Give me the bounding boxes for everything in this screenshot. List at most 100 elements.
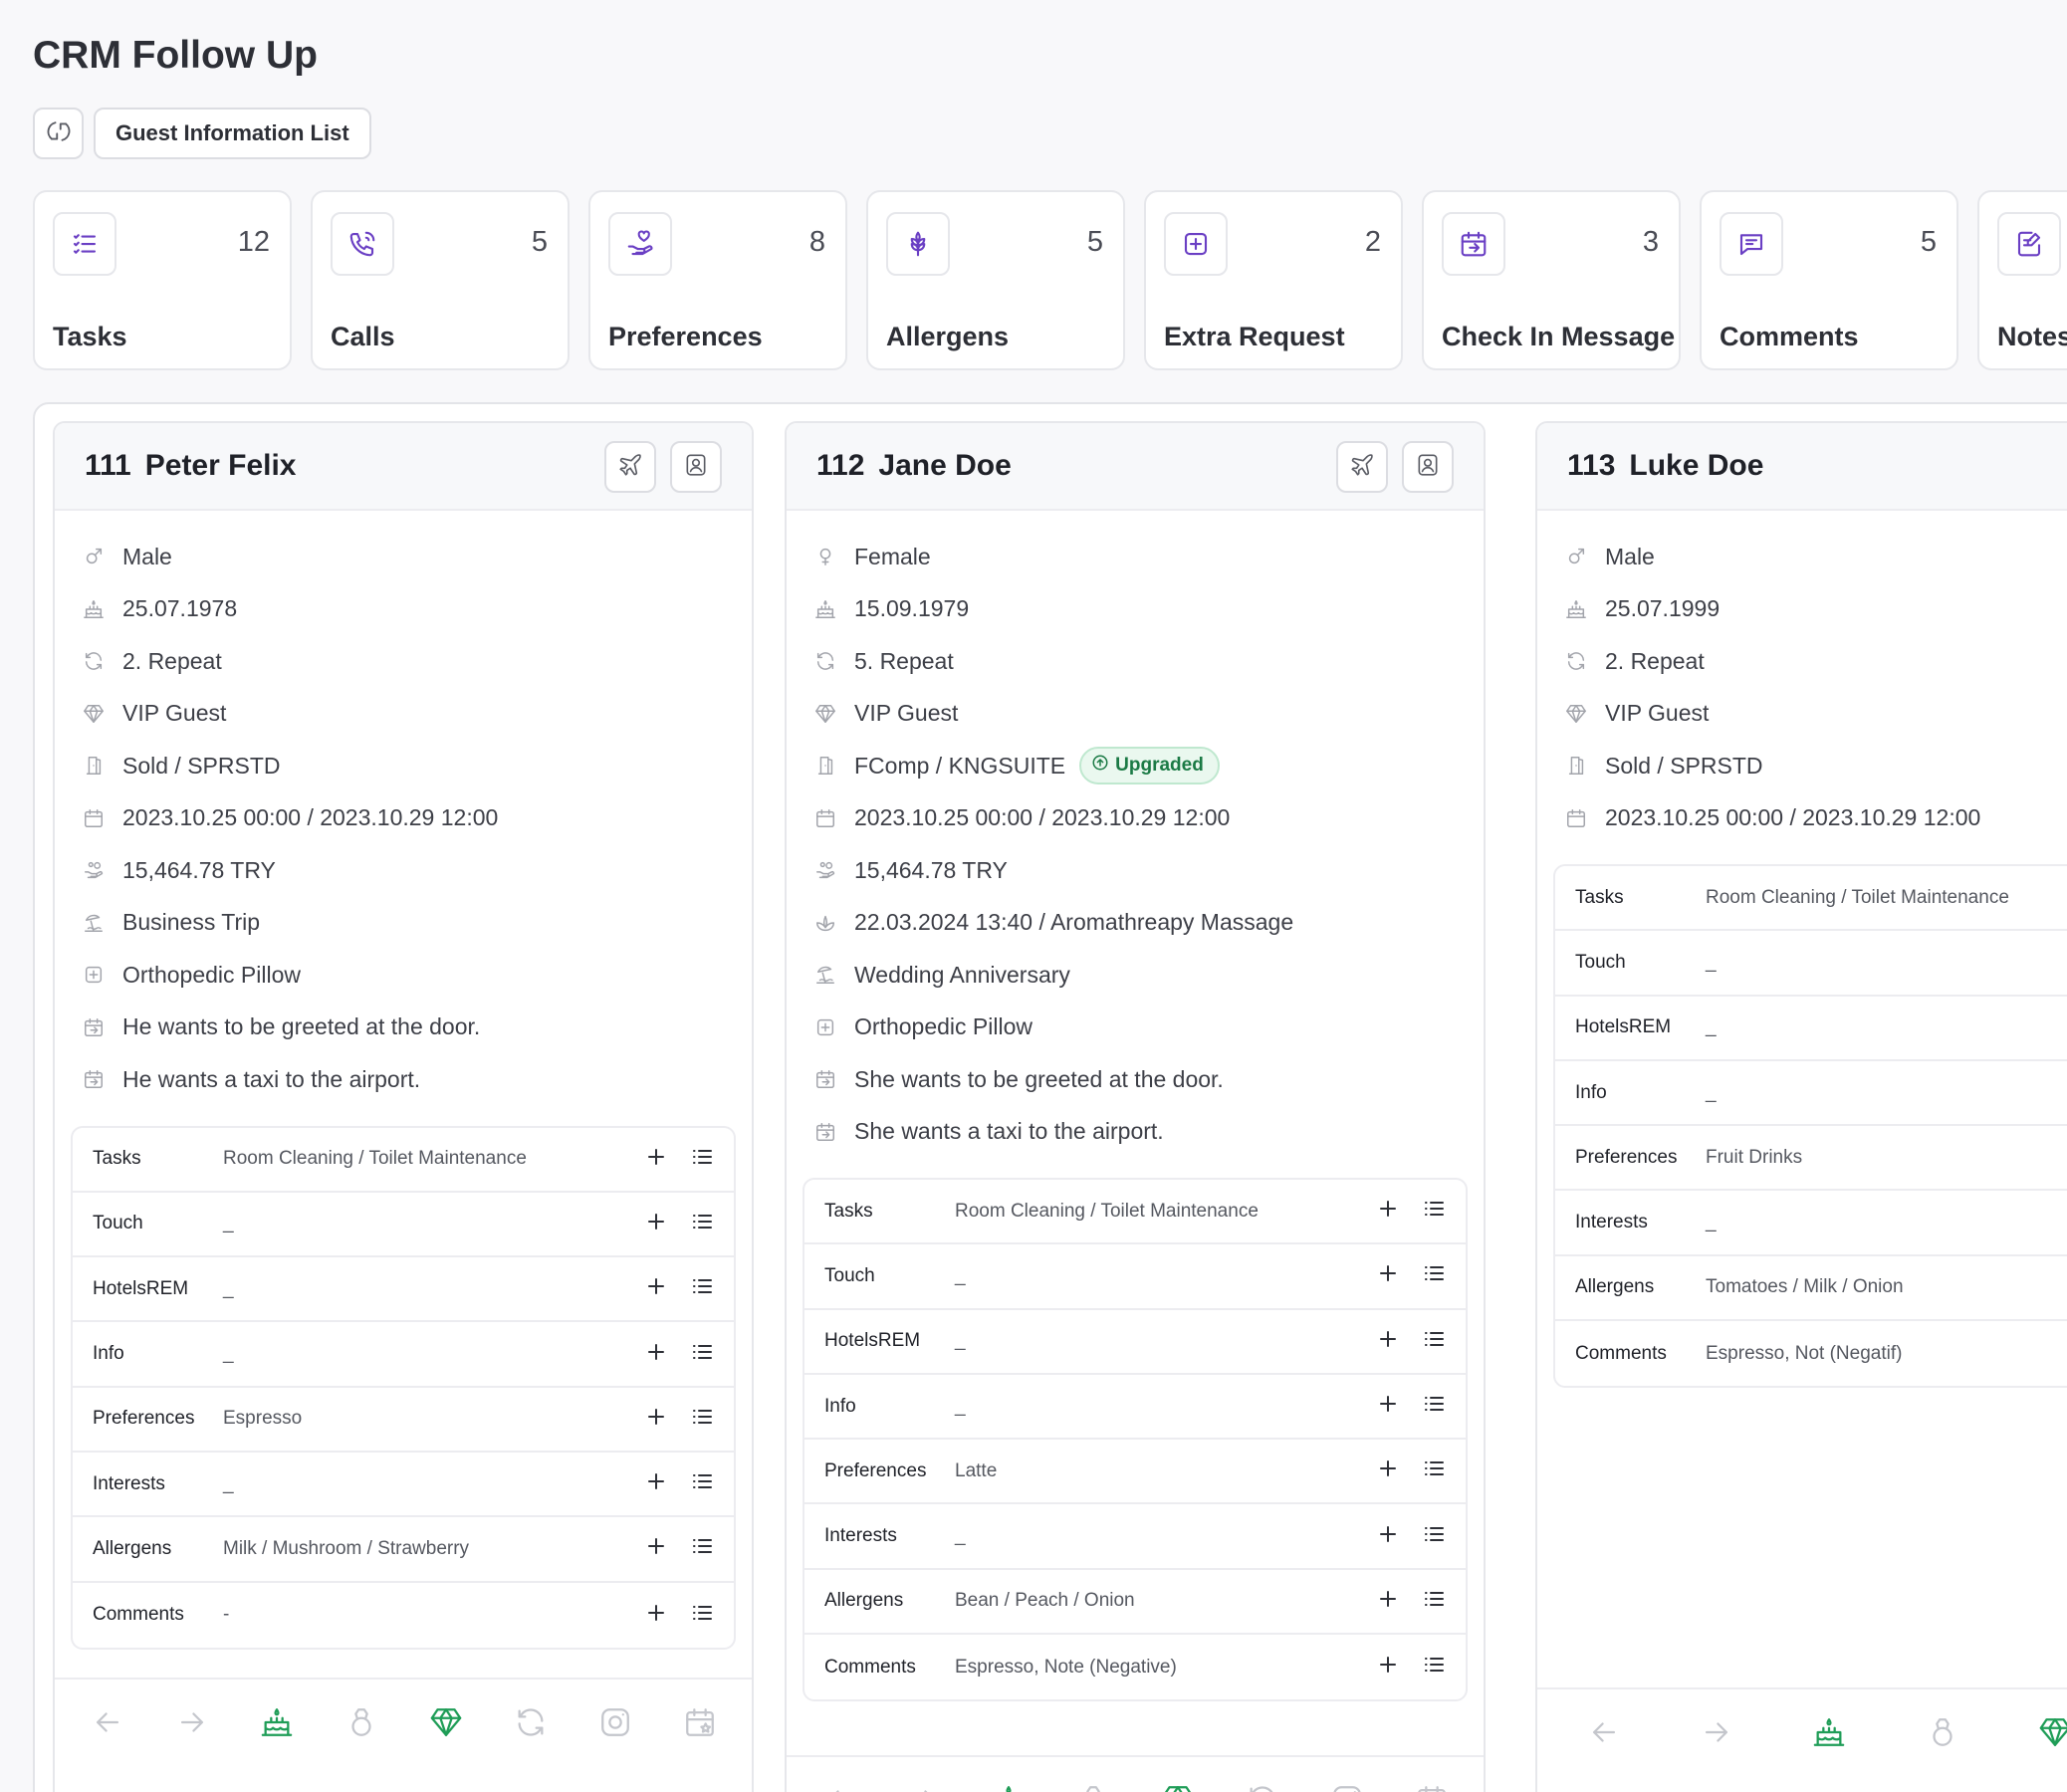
list-lines-icon[interactable] bbox=[690, 1601, 714, 1630]
row-actions bbox=[1376, 1392, 1446, 1421]
info-text: Wedding Anniversary bbox=[854, 961, 1070, 988]
ring-icon[interactable] bbox=[1076, 1783, 1110, 1792]
note-edit-icon bbox=[1997, 212, 2061, 276]
room-number: 111 bbox=[85, 449, 131, 482]
list-lines-icon[interactable] bbox=[1422, 1197, 1446, 1226]
list-lines-icon[interactable] bbox=[690, 1210, 714, 1238]
cake-icon[interactable] bbox=[992, 1783, 1026, 1792]
list-lines-icon[interactable] bbox=[1422, 1456, 1446, 1485]
calendar-star-icon[interactable] bbox=[1415, 1783, 1449, 1792]
diamond-icon[interactable] bbox=[1161, 1783, 1195, 1792]
plus-icon[interactable] bbox=[1376, 1392, 1400, 1421]
stat-card-notes[interactable]: Notes bbox=[1977, 190, 2067, 370]
flight-button[interactable] bbox=[1336, 441, 1388, 493]
list-lines-icon[interactable] bbox=[690, 1340, 714, 1369]
list-lines-icon[interactable] bbox=[690, 1145, 714, 1174]
row-value: Espresso bbox=[223, 1408, 303, 1430]
plus-icon[interactable] bbox=[644, 1210, 668, 1238]
guest-profile-button[interactable] bbox=[1402, 441, 1454, 493]
guest-card-header: 112 Jane Doe bbox=[787, 423, 1484, 511]
info-text: Sold / SPRSTD bbox=[1605, 752, 1763, 779]
plus-icon[interactable] bbox=[1376, 1522, 1400, 1551]
arrow-right-icon[interactable] bbox=[175, 1705, 209, 1744]
repeat-icon[interactable] bbox=[514, 1705, 548, 1744]
plus-icon[interactable] bbox=[1376, 1327, 1400, 1356]
row-key: Interests bbox=[1575, 1212, 1648, 1233]
guest-profile-button[interactable] bbox=[670, 441, 722, 493]
repeat-icon[interactable] bbox=[1246, 1783, 1279, 1792]
cake-icon[interactable] bbox=[260, 1705, 294, 1744]
row-key: HotelsREM bbox=[1575, 1016, 1672, 1038]
plus-icon[interactable] bbox=[1376, 1197, 1400, 1226]
arrow-left-icon[interactable] bbox=[91, 1705, 124, 1744]
row-value: Espresso, Not (Negatif) bbox=[1706, 1342, 1903, 1364]
plus-square-icon bbox=[1164, 212, 1228, 276]
info-text: 25.07.1999 bbox=[1605, 595, 1721, 622]
calendar-star-icon[interactable] bbox=[683, 1705, 717, 1744]
plus-icon[interactable] bbox=[644, 1469, 668, 1498]
row-actions bbox=[1376, 1327, 1446, 1356]
card-footer-actions bbox=[1537, 1687, 2067, 1779]
repeat-icon bbox=[1563, 648, 1589, 674]
message-icon bbox=[1720, 212, 1783, 276]
list-lines-icon[interactable] bbox=[1422, 1327, 1446, 1356]
instagram-icon[interactable] bbox=[598, 1705, 632, 1744]
row-value: Room Cleaning / Toilet Maintenance bbox=[223, 1148, 527, 1170]
row-value: _ bbox=[223, 1213, 234, 1234]
list-lines-icon[interactable] bbox=[690, 1534, 714, 1563]
plus-icon[interactable] bbox=[1376, 1261, 1400, 1290]
arrow-left-icon[interactable] bbox=[1587, 1715, 1621, 1754]
plus-icon[interactable] bbox=[644, 1601, 668, 1630]
plus-icon[interactable] bbox=[644, 1145, 668, 1174]
plus-icon[interactable] bbox=[1376, 1456, 1400, 1485]
instagram-icon[interactable] bbox=[1330, 1783, 1364, 1792]
list-lines-icon[interactable] bbox=[1422, 1392, 1446, 1421]
info-text: He wants a taxi to the airport. bbox=[122, 1065, 421, 1092]
guest-information-list-button[interactable]: Guest Information List bbox=[94, 108, 371, 159]
row-actions bbox=[644, 1601, 714, 1630]
arrow-right-icon[interactable] bbox=[1700, 1715, 1733, 1754]
table-row: Preferences Espresso bbox=[73, 1388, 734, 1453]
stat-card-tasks[interactable]: 12 Tasks bbox=[33, 190, 292, 370]
guest-card-113: 113 Luke Doe Male 25.07.1999 2. Repeat VIP Gu… bbox=[1535, 421, 2067, 1792]
cake-icon bbox=[1563, 596, 1589, 622]
row-actions bbox=[644, 1534, 714, 1563]
plus-icon[interactable] bbox=[644, 1405, 668, 1434]
stat-card-comments[interactable]: 5 Comments bbox=[1700, 190, 1958, 370]
plus-icon[interactable] bbox=[644, 1534, 668, 1563]
stat-card-extra-request[interactable]: 2 Extra Request bbox=[1144, 190, 1403, 370]
list-lines-icon[interactable] bbox=[1422, 1653, 1446, 1681]
plus-icon[interactable] bbox=[644, 1340, 668, 1369]
arrow-right-icon[interactable] bbox=[907, 1783, 941, 1792]
stat-card-allergens[interactable]: 5 Allergens bbox=[866, 190, 1125, 370]
stat-card-preferences[interactable]: 8 Preferences bbox=[588, 190, 847, 370]
list-lines-icon[interactable] bbox=[1422, 1587, 1446, 1616]
list-lines-icon[interactable] bbox=[1422, 1522, 1446, 1551]
ring-icon[interactable] bbox=[1926, 1715, 1959, 1754]
row-value: _ bbox=[223, 1277, 234, 1299]
row-value: Tomatoes / Milk / Onion bbox=[1706, 1276, 1904, 1298]
plus-icon[interactable] bbox=[1376, 1587, 1400, 1616]
cake-icon[interactable] bbox=[1812, 1715, 1846, 1754]
row-value: _ bbox=[1706, 1212, 1717, 1233]
refresh-button[interactable] bbox=[33, 108, 84, 159]
list-lines-icon[interactable] bbox=[690, 1469, 714, 1498]
room-number: 112 bbox=[816, 449, 865, 482]
list-lines-icon[interactable] bbox=[1422, 1261, 1446, 1290]
row-value: _ bbox=[1706, 951, 1717, 973]
ring-icon[interactable] bbox=[344, 1705, 378, 1744]
female-icon bbox=[812, 544, 838, 569]
diamond-icon[interactable] bbox=[2038, 1715, 2067, 1754]
diamond-icon[interactable] bbox=[429, 1705, 463, 1744]
flight-button[interactable] bbox=[604, 441, 656, 493]
plus-square-icon bbox=[81, 962, 107, 988]
info-text: 2. Repeat bbox=[1605, 647, 1705, 674]
arrow-left-icon[interactable] bbox=[822, 1783, 856, 1792]
calendar-icon bbox=[81, 805, 107, 831]
list-lines-icon[interactable] bbox=[690, 1405, 714, 1434]
plus-icon[interactable] bbox=[644, 1274, 668, 1303]
stat-card-check-in-message[interactable]: 3 Check In Message bbox=[1422, 190, 1681, 370]
list-lines-icon[interactable] bbox=[690, 1274, 714, 1303]
plus-icon[interactable] bbox=[1376, 1653, 1400, 1681]
stat-card-calls[interactable]: 5 Calls bbox=[311, 190, 570, 370]
